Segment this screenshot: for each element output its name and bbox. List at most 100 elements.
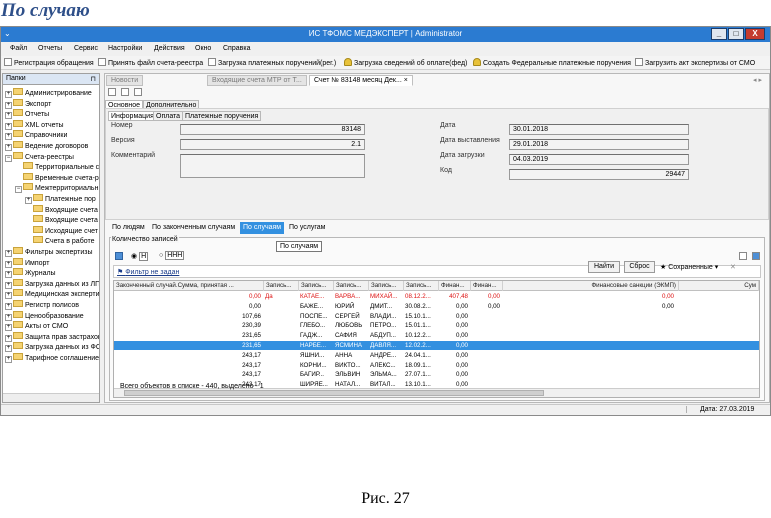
menu-file[interactable]: Файл	[10, 45, 27, 52]
view-tab-by-completed-cases[interactable]: По законченным случаям	[149, 222, 238, 234]
load-smo-act-button[interactable]: Загрузить акт экспертизы от СМО	[635, 58, 755, 67]
menu-reports[interactable]: Отчеты	[38, 45, 62, 52]
expand-icon[interactable]: +	[5, 356, 12, 363]
export-icon[interactable]	[739, 252, 747, 260]
expand-icon[interactable]: +	[5, 112, 12, 120]
tree-item[interactable]: Исходящие счет	[25, 225, 98, 236]
expand-icon[interactable]: +	[5, 101, 12, 109]
tree-item[interactable]: + Отчеты	[5, 109, 49, 120]
close-window-button[interactable]: X	[745, 28, 765, 40]
issued-date-field[interactable]: 29.01.2018	[509, 139, 689, 150]
radio-option-a[interactable]: ◉ Н	[131, 252, 149, 261]
tree-item[interactable]: + Акты от СМО	[5, 321, 68, 332]
table-row[interactable]: 231,65 ГАДЖ... САФИЯ АБДУП... 10.12.2... 0,00	[114, 331, 759, 340]
view-tab-by-cases[interactable]: По случаям	[240, 222, 285, 234]
expand-icon[interactable]: +	[5, 144, 12, 151]
tree-item[interactable]: + Регистр полисов	[5, 300, 79, 310]
expand-icon[interactable]: +	[5, 292, 12, 300]
expand-icon[interactable]: +	[5, 281, 12, 289]
expand-icon[interactable]: +	[5, 303, 12, 310]
tree-item[interactable]: + Платежные пор	[25, 194, 96, 204]
number-field[interactable]: 83148	[180, 124, 365, 135]
load-payment-orders-button[interactable]: Загрузка платежных поручений(рег.)	[208, 58, 336, 67]
menu-service[interactable]: Сервис	[74, 45, 98, 52]
tree-item[interactable]: + Загрузка данных из ФС	[5, 342, 99, 353]
accept-invoice-file-button[interactable]: Принять файл счета-реестра	[98, 58, 203, 67]
scroll-thumb[interactable]	[124, 390, 544, 396]
tab-information[interactable]: Информация	[108, 111, 157, 121]
maximize-button[interactable]: □	[728, 28, 744, 40]
tree-item[interactable]: + Загрузка данных из ЛП	[5, 278, 99, 289]
tree-item[interactable]: + Ценообразование	[5, 310, 84, 321]
tree-item[interactable]: + Журналы	[5, 268, 56, 279]
column-header-record-1[interactable]: Запись...	[264, 281, 299, 291]
tree-item[interactable]: − Межтерриториальн	[15, 183, 98, 194]
menu-actions[interactable]: Действия	[154, 45, 185, 52]
tree-item[interactable]: − Счета-реестры	[5, 151, 74, 162]
version-field[interactable]: 2.1	[180, 139, 365, 150]
edit-icon[interactable]	[134, 88, 142, 96]
column-header-record-3[interactable]: Запись...	[334, 281, 369, 291]
filter-link[interactable]: ⚑ Фильтр не задан	[117, 268, 179, 276]
refresh-icon[interactable]	[121, 88, 129, 96]
tree-item[interactable]: + Ведение договоров	[5, 141, 88, 151]
table-row[interactable]: 230,39 ГЛЕБО... ЛЮБОВЬ ПЕТРО... 15.01.1... 0,…	[114, 321, 759, 330]
toggle-icon[interactable]	[115, 252, 123, 260]
column-header-fin-2[interactable]: Финан...	[471, 281, 503, 291]
menu-settings[interactable]: Настройки	[108, 45, 142, 52]
expand-icon[interactable]: +	[5, 271, 12, 279]
view-tab-by-services[interactable]: По услугам	[286, 222, 328, 234]
comment-field[interactable]	[180, 154, 365, 178]
tree-item[interactable]: Территориальные с	[15, 162, 99, 172]
tree-item[interactable]: + XML отчеты	[5, 119, 64, 130]
table-row[interactable]: 231,65 НАРБЕ... ЯСМИНА ДАВЛЯ... 12.02.2... 0,…	[114, 341, 759, 350]
expand-icon[interactable]: +	[5, 133, 12, 141]
expand-icon[interactable]: +	[25, 197, 32, 204]
tree-item[interactable]: Временные счета-р	[15, 172, 99, 183]
table-row[interactable]: 0,00 Да КАТАЕ... ВАРВА... МИХАЙ... 08.12.2...…	[114, 292, 759, 301]
column-header-ekmp[interactable]: Финансовые санкции (ЭКМП)	[503, 281, 679, 291]
menu-window[interactable]: Окно	[195, 45, 211, 52]
load-date-field[interactable]: 04.03.2019	[509, 154, 689, 165]
expand-icon[interactable]: +	[5, 313, 12, 321]
tree-item[interactable]: Входящие счета	[25, 215, 98, 225]
tab-payment[interactable]: Оплата	[153, 111, 184, 121]
close-tab-icon[interactable]: ×	[404, 77, 408, 84]
folders-scrollbar[interactable]	[3, 393, 99, 402]
doc-tab-incoming-mtr[interactable]: Входящие счета МТР от Т...	[207, 75, 307, 86]
create-federal-orders-button[interactable]: Создать Федеральные платежные поручения	[473, 58, 631, 67]
load-payment-info-button[interactable]: Загрузка сведений об оплате(фед)	[344, 58, 467, 67]
expand-icon[interactable]: +	[5, 260, 12, 268]
expand-icon[interactable]: +	[5, 250, 12, 257]
tree-item[interactable]: + Администрирование	[5, 88, 92, 98]
collapse-icon[interactable]: −	[5, 154, 12, 162]
reset-button[interactable]: Сброс	[624, 261, 655, 273]
expand-icon[interactable]: +	[5, 91, 12, 98]
save-grid-icon[interactable]	[752, 252, 760, 260]
tree-item[interactable]: + Справочники	[5, 130, 67, 141]
tree-item[interactable]: + Экспорт	[5, 98, 51, 109]
delete-filter-icon[interactable]: ✕	[730, 263, 736, 271]
menu-help[interactable]: Справка	[223, 45, 250, 52]
table-row[interactable]: 243,17 БАГИР... ЭЛЬВИН ЭЛЬМА... 27.07.1... 0,…	[114, 370, 759, 379]
doc-tab-news[interactable]: Новости	[106, 75, 144, 86]
doc-tab-invoice[interactable]: Счет № 83148 месяц Дек... ×	[309, 75, 413, 86]
register-request-button[interactable]: Регистрация обращения	[4, 58, 94, 67]
column-header-record-4[interactable]: Запись...	[369, 281, 404, 291]
pin-icon[interactable]: ⊓	[91, 75, 96, 83]
expand-icon[interactable]: +	[5, 324, 12, 332]
column-header-sum-2[interactable]: Сум	[679, 281, 759, 291]
table-row[interactable]: 107,66 ПОСПЕ... СЕРГЕЙ ВЛАДИ... 15.10.1... 0,…	[114, 312, 759, 321]
tree-item[interactable]: + Медицинская эксперти	[5, 289, 99, 300]
tree-item[interactable]: + Защита прав застрахов	[5, 331, 99, 342]
tab-payment-orders[interactable]: Платежные поручения	[182, 111, 262, 121]
expand-icon[interactable]: +	[5, 122, 12, 130]
date-field[interactable]: 30.01.2018	[509, 124, 689, 135]
view-tab-by-people[interactable]: По людям	[109, 222, 148, 234]
column-header-record-5[interactable]: Запись...	[404, 281, 439, 291]
tab-scroll-arrows[interactable]: ◂ ▸	[753, 76, 762, 84]
tree-item[interactable]: Входящие счета	[25, 204, 98, 215]
collapse-icon[interactable]: −	[15, 186, 22, 194]
table-row[interactable]: 243,17 КОРНИ... ВИКТО... АЛЕКС... 18.09.1...…	[114, 361, 759, 370]
expand-icon[interactable]: +	[5, 345, 12, 353]
